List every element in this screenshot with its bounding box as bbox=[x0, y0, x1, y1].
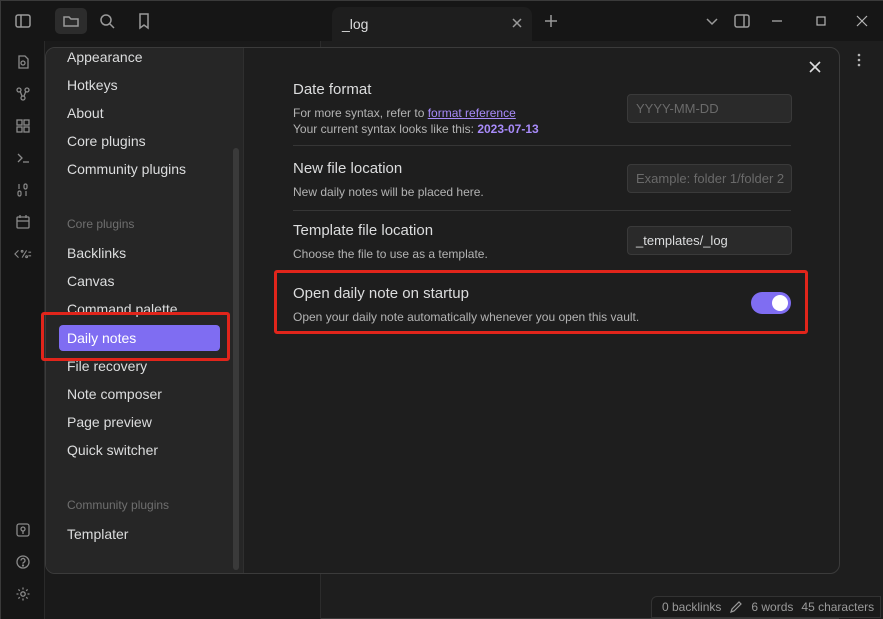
tab-title: _log bbox=[342, 16, 369, 32]
file-explorer-icon[interactable] bbox=[55, 8, 87, 34]
nav-backlinks[interactable]: Backlinks bbox=[59, 240, 220, 266]
nav-note-composer[interactable]: Note composer bbox=[59, 381, 220, 407]
divider bbox=[293, 210, 791, 211]
title-bar: _log bbox=[1, 1, 883, 41]
community-plugins-group-label: Community plugins bbox=[67, 498, 170, 512]
word-count: 6 words bbox=[751, 600, 794, 614]
canvas-icon[interactable] bbox=[14, 117, 32, 135]
sidebar-toggle-icon[interactable] bbox=[14, 12, 32, 30]
calendar-icon[interactable] bbox=[14, 213, 32, 231]
chevron-down-icon[interactable] bbox=[703, 12, 721, 30]
vault-switcher-icon[interactable] bbox=[14, 521, 32, 539]
tab-log[interactable]: _log bbox=[332, 7, 532, 41]
close-tab-icon[interactable] bbox=[510, 16, 524, 30]
search-icon[interactable] bbox=[98, 12, 116, 30]
new-file-location-input[interactable]: Example: folder 1/folder 2 bbox=[627, 164, 792, 193]
graph-view-icon[interactable] bbox=[14, 85, 32, 103]
backlinks-count[interactable]: 0 backlinks bbox=[662, 600, 721, 614]
bookmark-icon[interactable] bbox=[135, 12, 153, 30]
highlight-daily-notes bbox=[41, 312, 230, 361]
more-options-icon[interactable] bbox=[853, 53, 865, 67]
desc-text: Your current syntax looks like this: bbox=[293, 122, 478, 136]
settings-sidebar: Appearance Hotkeys About Core plugins Co… bbox=[46, 48, 244, 573]
app-window: _log 0 backlinks 6 words 45 characters A… bbox=[0, 0, 883, 619]
nav-appearance[interactable]: Appearance bbox=[59, 48, 220, 70]
core-plugins-group-label: Core plugins bbox=[67, 217, 135, 231]
command-palette-icon[interactable] bbox=[14, 149, 32, 167]
window-close-icon[interactable] bbox=[854, 13, 870, 29]
highlight-open-on-startup bbox=[274, 270, 808, 334]
nav-community-plugins[interactable]: Community plugins bbox=[59, 156, 220, 182]
character-count: 45 characters bbox=[801, 600, 875, 614]
nav-core-plugins[interactable]: Core plugins bbox=[59, 128, 220, 154]
template-file-location-input[interactable]: _templates/_log bbox=[627, 226, 792, 255]
sidebar-scrollbar[interactable] bbox=[233, 148, 239, 570]
format-reference-link[interactable]: format reference bbox=[428, 106, 516, 120]
nav-quick-switcher[interactable]: Quick switcher bbox=[59, 437, 220, 463]
desc-text: For more syntax, refer to bbox=[293, 106, 428, 120]
date-format-input[interactable]: YYYY-MM-DD bbox=[627, 94, 792, 123]
nav-canvas[interactable]: Canvas bbox=[59, 268, 220, 294]
editor-right-area bbox=[839, 41, 883, 619]
binary-icon[interactable] bbox=[14, 181, 32, 199]
minimize-icon[interactable] bbox=[769, 13, 785, 29]
close-icon[interactable] bbox=[808, 60, 822, 74]
templater-icon[interactable] bbox=[14, 245, 32, 263]
nav-page-preview[interactable]: Page preview bbox=[59, 409, 220, 435]
maximize-icon[interactable] bbox=[813, 13, 829, 29]
new-tab-icon[interactable] bbox=[542, 12, 560, 30]
help-icon[interactable] bbox=[14, 553, 32, 571]
nav-templater[interactable]: Templater bbox=[59, 521, 220, 547]
divider bbox=[293, 145, 791, 146]
open-quick-switcher-icon[interactable] bbox=[14, 53, 32, 71]
date-preview: 2023-07-13 bbox=[477, 122, 539, 136]
edit-pencil-icon[interactable] bbox=[729, 600, 743, 614]
nav-hotkeys[interactable]: Hotkeys bbox=[59, 72, 220, 98]
right-sidebar-toggle-icon[interactable] bbox=[733, 12, 751, 30]
ribbon bbox=[1, 41, 45, 619]
nav-about[interactable]: About bbox=[59, 100, 220, 126]
status-bar: 0 backlinks 6 words 45 characters bbox=[651, 596, 881, 618]
settings-gear-icon[interactable] bbox=[14, 585, 32, 603]
